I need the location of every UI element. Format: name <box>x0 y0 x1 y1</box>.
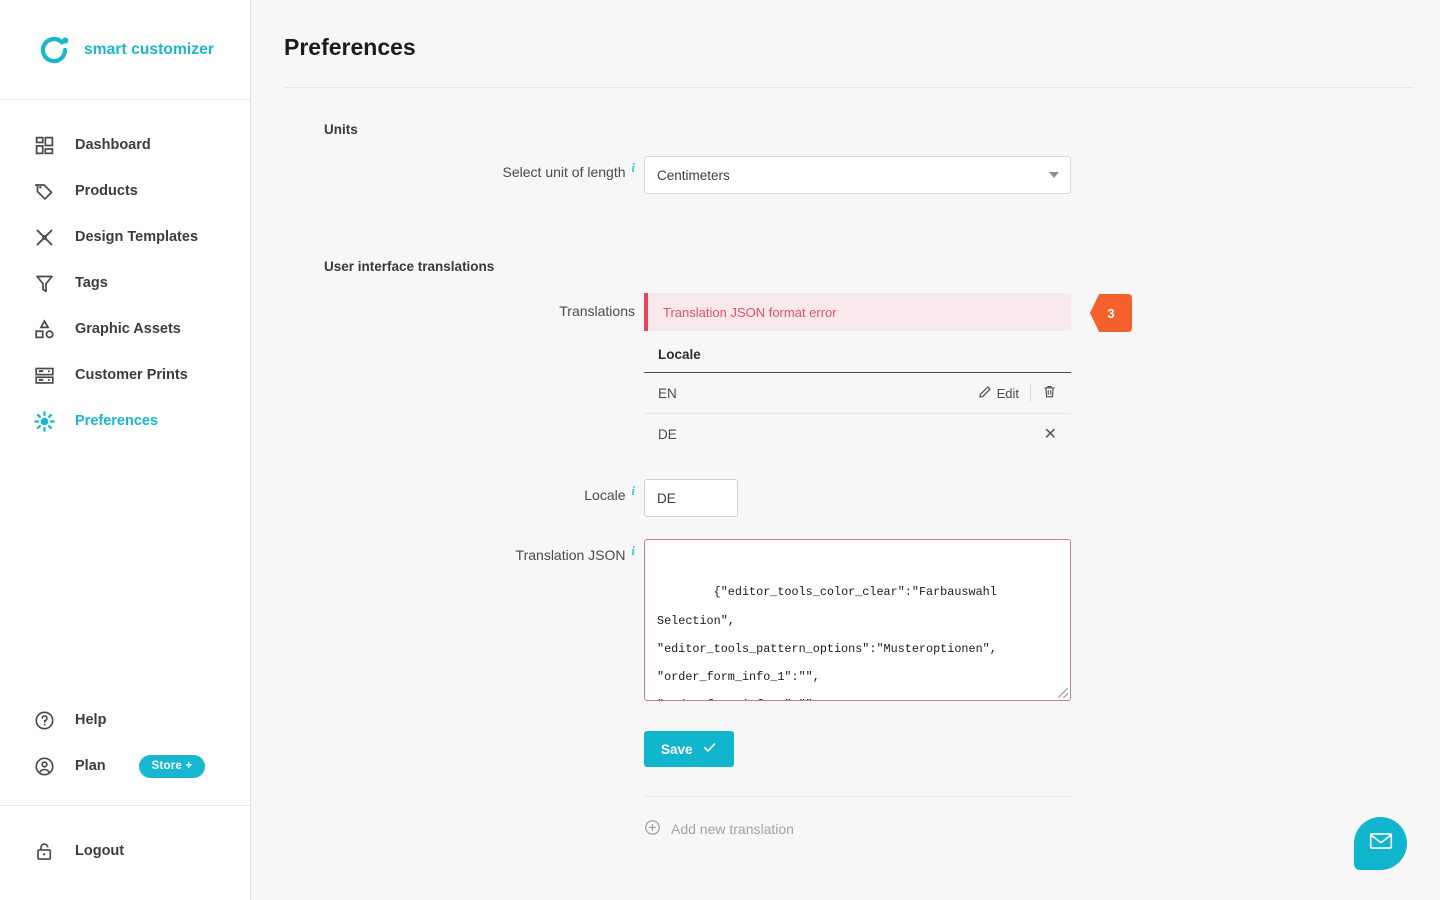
unit-of-length-select[interactable]: Centimeters <box>644 156 1071 194</box>
locale-input-value: DE <box>657 490 676 506</box>
info-icon[interactable]: i <box>632 162 635 175</box>
info-icon[interactable]: i <box>632 545 635 558</box>
locale-cell: EN <box>658 385 677 401</box>
locale-input-row: Locale i DE <box>251 479 1440 517</box>
table-row[interactable]: DE ✕ <box>644 414 1071 455</box>
chat-support-button[interactable] <box>1354 817 1407 870</box>
sidebar-nav: Dashboard Products Design Templates Tags… <box>0 100 250 444</box>
locale-field-label-text: Locale <box>584 487 626 503</box>
unit-of-length-label: Select unit of length i <box>251 156 644 179</box>
sidebar-item-label: Products <box>75 183 138 199</box>
locale-table-header: Locale <box>644 331 1071 373</box>
sidebar: smart customizer Dashboard Products Desi… <box>0 0 251 900</box>
sidebar-item-products[interactable]: Products <box>0 168 250 214</box>
edit-button[interactable]: Edit <box>978 385 1019 402</box>
translations-section-title: User interface translations <box>324 259 495 274</box>
sidebar-item-label: Customer Prints <box>75 367 188 383</box>
translation-json-label: Translation JSON i <box>251 539 644 562</box>
translation-json-row: Translation JSON i {"editor_tools_color_… <box>251 539 1440 701</box>
sidebar-item-label: Logout <box>75 843 125 859</box>
sidebar-item-dashboard[interactable]: Dashboard <box>0 122 250 168</box>
gear-icon <box>32 409 56 433</box>
sidebar-item-tags[interactable]: Tags <box>0 260 250 306</box>
sidebar-item-design-templates[interactable]: Design Templates <box>0 214 250 260</box>
error-count-badge[interactable]: 3 <box>1090 294 1132 332</box>
trash-icon[interactable] <box>1042 384 1057 402</box>
envelope-icon <box>1368 828 1394 859</box>
sidebar-item-preferences[interactable]: Preferences <box>0 398 250 444</box>
pencil-icon <box>978 385 992 402</box>
info-icon[interactable]: i <box>632 485 635 498</box>
smart-customizer-logo-icon <box>36 32 72 68</box>
translations-row: Translations Translation JSON format err… <box>251 293 1440 455</box>
table-row[interactable]: EN Edit <box>644 373 1071 414</box>
brand[interactable]: smart customizer <box>0 0 250 100</box>
sidebar-item-customer-prints[interactable]: Customer Prints <box>0 352 250 398</box>
brand-name: smart customizer <box>84 40 214 58</box>
sidebar-item-label: Tags <box>75 275 108 291</box>
user-circle-icon <box>32 754 56 778</box>
sidebar-logout-group: Logout <box>0 806 250 900</box>
page-title: Preferences <box>284 34 416 60</box>
save-button[interactable]: Save <box>644 731 734 767</box>
plus-circle-icon <box>644 819 661 839</box>
sidebar-bottom: Help Plan Store + Logout <box>0 697 250 900</box>
header-divider <box>284 87 1414 88</box>
edit-button-label: Edit <box>996 385 1019 401</box>
shapes-icon <box>32 317 56 341</box>
sidebar-item-logout[interactable]: Logout <box>0 828 250 874</box>
store-upgrade-badge[interactable]: Store + <box>138 754 206 778</box>
sidebar-item-label: Dashboard <box>75 137 151 153</box>
unit-of-length-label-text: Select unit of length <box>502 164 626 180</box>
sidebar-item-help[interactable]: Help <box>0 697 250 743</box>
translation-error-text: Translation JSON format error <box>663 304 837 320</box>
sidebar-item-label: Plan <box>75 758 106 774</box>
design-templates-icon <box>32 225 56 249</box>
save-button-label: Save <box>661 741 693 757</box>
chevron-down-icon <box>1049 172 1059 178</box>
translation-json-textarea[interactable]: {"editor_tools_color_clear":"Farbauswahl… <box>644 539 1071 701</box>
translation-error-message: Translation JSON format error 3 <box>644 293 1132 332</box>
locale-input[interactable]: DE <box>644 479 738 517</box>
unit-of-length-value: Centimeters <box>657 167 730 183</box>
tag-icon <box>32 179 56 203</box>
translations-panel: Translation JSON format error 3 Locale E… <box>644 293 1132 455</box>
add-new-translation-label: Add new translation <box>671 821 794 837</box>
resize-handle-icon[interactable] <box>1058 688 1068 698</box>
sidebar-item-label: Graphic Assets <box>75 321 181 337</box>
units-section-title: Units <box>324 122 358 137</box>
unit-of-length-row: Select unit of length i Centimeters <box>251 156 1440 194</box>
sidebar-item-plan[interactable]: Plan Store + <box>0 743 250 789</box>
lock-icon <box>32 839 56 863</box>
dashboard-icon <box>32 133 56 157</box>
row-actions: Edit <box>978 384 1057 402</box>
sidebar-utility-group: Help Plan Store + <box>0 697 250 805</box>
actions-divider <box>644 796 1071 797</box>
prints-icon <box>32 363 56 387</box>
app-root: smart customizer Dashboard Products Desi… <box>0 0 1440 900</box>
sidebar-item-graphic-assets[interactable]: Graphic Assets <box>0 306 250 352</box>
translation-json-label-text: Translation JSON <box>515 547 626 563</box>
translations-label: Translations <box>251 293 644 318</box>
filter-icon <box>32 271 56 295</box>
action-divider <box>1030 384 1031 402</box>
sidebar-item-label: Design Templates <box>75 229 199 245</box>
close-icon[interactable]: ✕ <box>1044 426 1057 443</box>
translations-label-text: Translations <box>559 303 635 319</box>
translation-json-value: {"editor_tools_color_clear":"Farbauswahl… <box>657 585 997 700</box>
translation-actions: Save Add new translation <box>251 701 1440 839</box>
sidebar-item-label: Preferences <box>75 413 159 429</box>
sidebar-item-label: Help <box>75 712 107 728</box>
locale-field-label: Locale i <box>251 479 644 502</box>
main-content: Preferences Units Select unit of length … <box>251 0 1440 900</box>
question-circle-icon <box>32 708 56 732</box>
check-icon <box>702 740 717 758</box>
locale-cell: DE <box>658 427 677 442</box>
add-new-translation-button[interactable]: Add new translation <box>644 819 1440 839</box>
